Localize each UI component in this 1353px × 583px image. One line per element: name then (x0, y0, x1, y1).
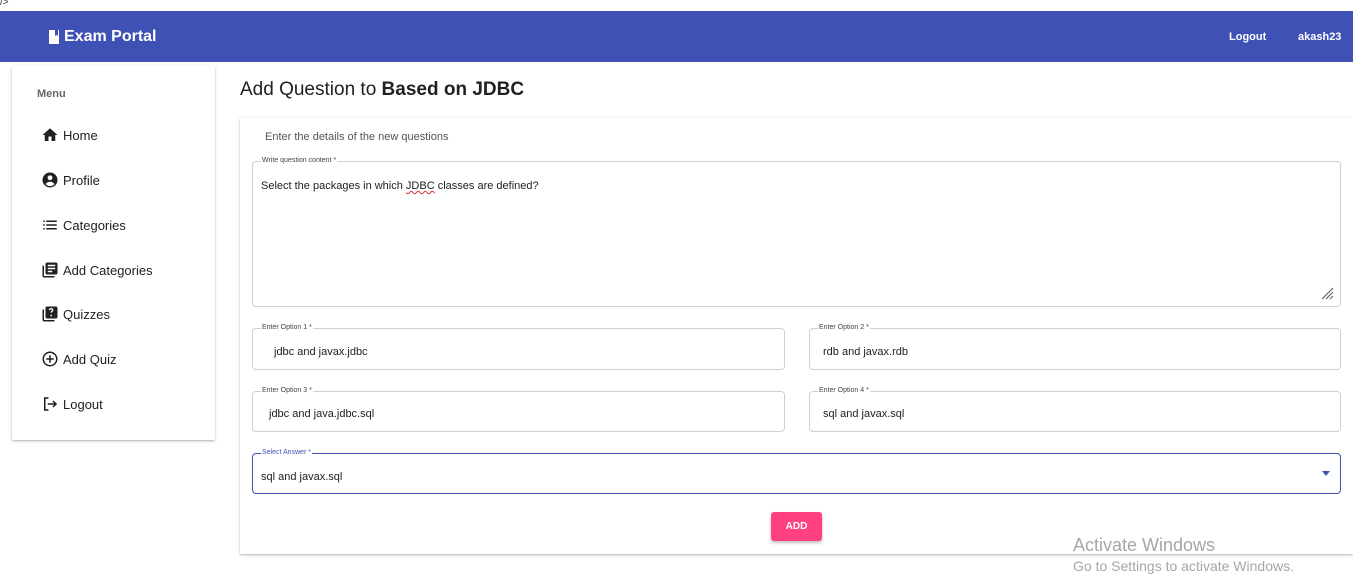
watermark-title: Activate Windows (1073, 535, 1216, 555)
answer-select[interactable]: Select Answer * sql and javax.sql (252, 449, 1341, 494)
add-circle-icon (41, 350, 59, 368)
option4-field[interactable]: Enter Option 4 * sql and javax.sql (809, 387, 1341, 432)
sidebar-item-profile[interactable]: Profile (41, 168, 100, 192)
option3-field[interactable]: Enter Option 3 * jdbc and java.jdbc.sql (252, 387, 785, 432)
sidebar-item-label: Quizzes (63, 306, 110, 322)
brand-title: Exam Portal (64, 27, 157, 45)
dropdown-arrow-icon[interactable] (1322, 471, 1330, 476)
add-question-button[interactable]: ADD (771, 512, 822, 541)
card-subtitle: Enter the details of the new questions (265, 131, 449, 143)
sidebar-item-label: Logout (63, 396, 103, 412)
account-circle-icon (41, 171, 59, 189)
top-app-bar: Exam Portal Logout akash23 (0, 11, 1353, 62)
resize-handle-icon[interactable] (1320, 286, 1334, 300)
sidebar: Menu Home Profile Categories Add Categor… (12, 66, 215, 440)
option1-field[interactable]: Enter Option 1 * jdbc and javax.jdbc (252, 324, 785, 370)
field-label: Enter Option 1 * (261, 324, 313, 331)
sidebar-item-add-categories[interactable]: Add Categories (41, 258, 153, 282)
field-label: Write question content * (261, 157, 338, 164)
stray-markup-text: /> (0, 0, 9, 8)
quiz-name: Based on JDBC (381, 79, 525, 100)
page-title-prefix: Add Question to (240, 79, 382, 100)
page-title: Add Question to Based on JDBC (240, 79, 524, 101)
field-label: Enter Option 3 * (261, 387, 313, 394)
watermark-subtitle: Go to Settings to activate Windows. (1073, 558, 1294, 574)
sidebar-item-home[interactable]: Home (41, 123, 98, 147)
activate-windows-watermark: Activate Windows Go to Settings to activ… (1073, 535, 1294, 575)
question-content-value: Select the packages in which JDBC classe… (261, 180, 539, 192)
field-label: Enter Option 2 * (818, 324, 870, 331)
sidebar-heading: Menu (37, 88, 66, 100)
sidebar-item-label: Add Categories (63, 262, 153, 278)
option2-value: rdb and javax.rdb (823, 346, 908, 358)
answer-value: sql and javax.sql (261, 471, 343, 483)
sidebar-item-categories[interactable]: Categories (41, 213, 126, 237)
option2-field[interactable]: Enter Option 2 * rdb and javax.rdb (809, 324, 1341, 370)
content-text-after: classes are defined? (434, 180, 539, 192)
list-icon (41, 216, 59, 234)
sidebar-item-label: Categories (63, 217, 126, 233)
sidebar-item-label: Profile (63, 172, 100, 188)
logout-icon (41, 395, 59, 413)
question-content-textarea[interactable]: Write question content * Select the pack… (252, 157, 1341, 307)
option3-value: jdbc and java.jdbc.sql (269, 408, 375, 420)
book-icon (47, 29, 61, 45)
option4-value: sql and javax.sql (823, 408, 905, 420)
sidebar-item-logout[interactable]: Logout (41, 392, 103, 416)
field-label: Select Answer * (261, 449, 313, 456)
quiz-icon (41, 305, 59, 323)
sidebar-item-label: Home (63, 127, 98, 143)
home-icon (41, 126, 59, 144)
field-label: Enter Option 4 * (818, 387, 870, 394)
add-question-card: Enter the details of the new questions W… (240, 118, 1353, 554)
sidebar-item-add-quiz[interactable]: Add Quiz (41, 347, 116, 371)
content-text-before: Select the packages in which (261, 180, 406, 192)
sidebar-item-quizzes[interactable]: Quizzes (41, 302, 110, 326)
option1-value: jdbc and javax.jdbc (274, 346, 368, 358)
header-logout-button[interactable]: Logout (1229, 11, 1266, 62)
brand[interactable]: Exam Portal (47, 11, 156, 62)
sidebar-item-label: Add Quiz (63, 351, 117, 367)
library-books-icon (41, 261, 59, 279)
content-text-spellflagged: JDBC (405, 180, 435, 192)
header-username[interactable]: akash23 (1298, 11, 1341, 62)
